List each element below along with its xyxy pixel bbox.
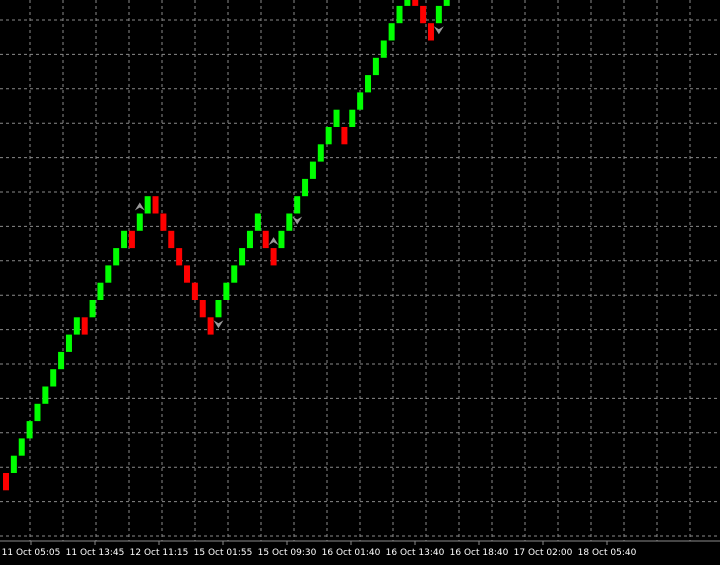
up-brick — [396, 5, 403, 24]
up-brick — [121, 230, 128, 249]
down-brick — [168, 230, 175, 249]
down-brick — [184, 265, 191, 283]
up-brick — [144, 196, 151, 214]
time-tick-label: 18 Oct 05:40 — [578, 548, 637, 558]
up-brick — [372, 57, 379, 76]
fractal-up-icon — [268, 237, 279, 246]
down-brick — [3, 473, 9, 491]
down-brick — [341, 127, 348, 145]
up-brick — [357, 92, 364, 110]
fractal-up-icon — [134, 202, 145, 211]
down-brick — [412, 0, 419, 6]
down-brick — [262, 230, 269, 249]
time-tick-label: 15 Oct 09:30 — [258, 548, 317, 558]
up-brick — [65, 334, 72, 352]
down-brick — [207, 317, 214, 335]
up-brick — [349, 109, 356, 127]
up-brick — [443, 0, 450, 6]
time-tick-label: 11 Oct 13:45 — [66, 548, 125, 558]
down-brick — [427, 23, 434, 41]
up-brick — [309, 161, 316, 179]
up-brick — [302, 178, 309, 197]
up-brick — [380, 40, 387, 58]
up-brick — [294, 196, 301, 214]
up-brick — [286, 213, 293, 231]
up-brick — [333, 109, 340, 127]
fractal-down-icon — [433, 26, 444, 35]
up-brick — [105, 265, 112, 283]
chart-canvas: 11 Oct 05:05 11 Oct 13:45 12 Oct 11:15 15 O… — [0, 0, 720, 565]
up-brick — [278, 230, 285, 249]
up-brick — [365, 75, 372, 93]
up-brick — [404, 0, 411, 6]
up-brick — [317, 144, 324, 162]
time-tick-label: 16 Oct 13:40 — [386, 548, 445, 558]
time-axis: 11 Oct 05:05 11 Oct 13:45 12 Oct 11:15 15 O… — [0, 540, 720, 565]
time-tick-label: 17 Oct 02:00 — [514, 548, 573, 558]
down-brick — [81, 317, 88, 335]
up-brick — [215, 300, 222, 318]
up-brick — [246, 230, 253, 249]
up-brick — [223, 282, 230, 300]
down-brick — [199, 300, 206, 318]
time-tick-label: 11 Oct 05:05 — [2, 548, 61, 558]
up-brick — [435, 5, 442, 24]
time-tick-label: 15 Oct 01:55 — [194, 548, 253, 558]
up-brick — [97, 282, 104, 300]
renko-chart: 11 Oct 05:05 11 Oct 13:45 12 Oct 11:15 15 O… — [0, 0, 720, 565]
up-brick — [254, 213, 261, 231]
down-brick — [420, 5, 427, 24]
down-brick — [152, 196, 159, 214]
up-brick — [73, 317, 80, 335]
up-brick — [325, 127, 332, 145]
up-brick — [18, 438, 25, 456]
up-brick — [113, 248, 120, 266]
fractal-down-icon — [213, 320, 224, 329]
up-brick — [42, 386, 49, 404]
up-brick — [239, 248, 246, 266]
up-brick — [26, 421, 33, 439]
up-brick — [50, 369, 57, 387]
time-tick-label: 16 Oct 01:40 — [322, 548, 381, 558]
up-brick — [10, 455, 17, 473]
up-brick — [89, 300, 96, 318]
down-brick — [176, 248, 183, 266]
up-brick — [34, 403, 41, 422]
up-brick — [58, 351, 65, 370]
up-brick — [388, 23, 395, 41]
down-brick — [128, 230, 135, 249]
up-brick — [231, 265, 238, 283]
time-tick-label: 16 Oct 18:40 — [450, 548, 509, 558]
up-brick — [136, 213, 143, 231]
down-brick — [191, 282, 198, 300]
bricks — [3, 0, 450, 491]
time-tick-label: 12 Oct 11:15 — [130, 548, 189, 558]
down-brick — [270, 248, 277, 266]
down-brick — [160, 213, 167, 231]
